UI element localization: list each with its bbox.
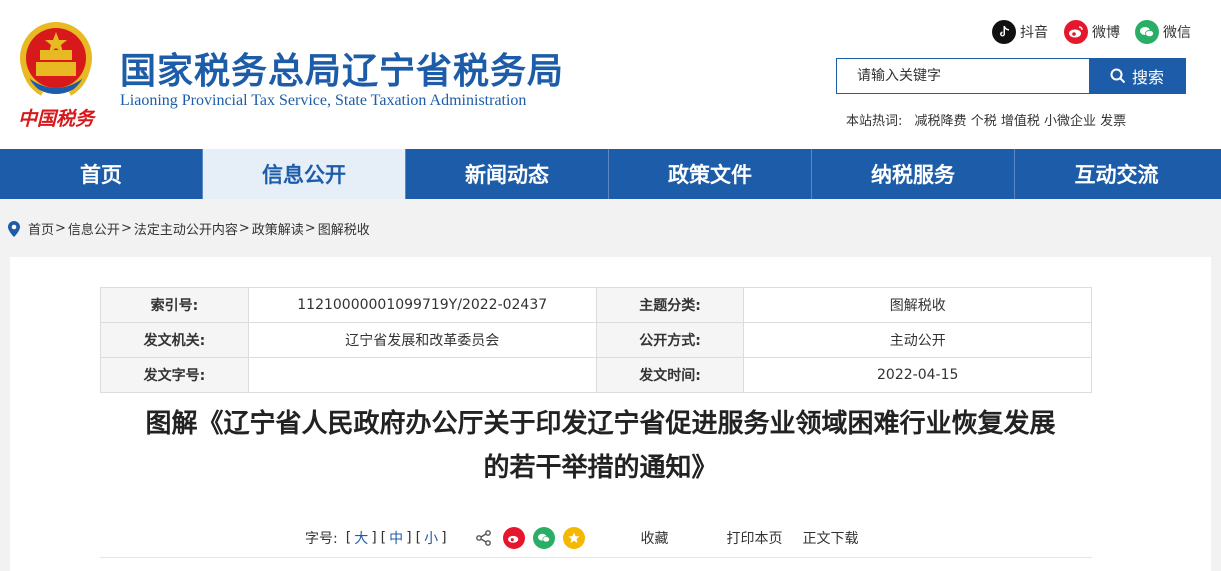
hot-keyword[interactable]: 小微企业: [1044, 114, 1096, 129]
table-row: 发文字号: 发文时间: 2022-04-15: [100, 357, 1092, 393]
location-pin-icon: [8, 220, 20, 237]
site-title[interactable]: 国家税务总局辽宁省税务局: [120, 42, 564, 94]
nav-item-info-disclosure[interactable]: 信息公开: [203, 149, 406, 199]
tax-emblem-logo[interactable]: 中国税务: [16, 18, 100, 130]
meta-label: 公开方式:: [595, 322, 745, 358]
article-content: 索引号: 11210000001099719Y/2022-02437 主题分类:…: [10, 257, 1211, 571]
search-input[interactable]: [837, 59, 1089, 93]
breadcrumb-separator: >: [238, 221, 250, 236]
document-meta-table: 索引号: 11210000001099719Y/2022-02437 主题分类:…: [100, 287, 1092, 393]
hot-keyword[interactable]: 增值税: [1001, 114, 1040, 129]
breadcrumb-item-current[interactable]: 图解税收: [318, 219, 370, 238]
print-button[interactable]: 打印本页: [727, 528, 783, 548]
font-size-large-button[interactable]: 大: [354, 528, 368, 548]
meta-value: 2022-04-15: [743, 357, 1092, 393]
hot-keyword[interactable]: 发票: [1100, 114, 1126, 129]
font-size-medium-button[interactable]: 中: [389, 528, 403, 548]
main-nav: 首页 信息公开 新闻动态 政策文件 纳税服务 互动交流: [0, 149, 1221, 199]
emblem-caption: 中国税务: [18, 108, 95, 130]
breadcrumb-separator: >: [120, 221, 132, 236]
favorite-button[interactable]: 收藏: [641, 528, 669, 548]
share-weibo-icon[interactable]: [502, 527, 525, 549]
breadcrumb-separator: >: [304, 221, 316, 236]
favorite-star-icon[interactable]: [562, 527, 585, 549]
search-icon: [1110, 68, 1126, 84]
share-wechat-icon[interactable]: [532, 527, 555, 549]
site-subtitle: Liaoning Provincial Tax Service, State T…: [120, 92, 527, 109]
weibo-link[interactable]: 微博: [1064, 20, 1120, 44]
search-button[interactable]: 搜索: [1089, 59, 1185, 93]
bracket: ]: [371, 530, 377, 546]
site-header: 中国税务 国家税务总局辽宁省税务局 Liaoning Provincial Ta…: [0, 0, 1221, 149]
font-size-label: 字号:: [305, 531, 338, 547]
breadcrumb-item-statutory[interactable]: 法定主动公开内容: [134, 219, 238, 238]
meta-value: 图解税收: [743, 287, 1092, 323]
meta-label: 发文字号:: [100, 357, 249, 393]
douyin-link[interactable]: 抖音: [992, 20, 1048, 44]
divider: [100, 557, 1092, 558]
douyin-label: 抖音: [1020, 25, 1048, 41]
article-title-line-1: 图解《辽宁省人民政府办公厅关于印发辽宁省促进服务业领域困难行业恢复发展: [145, 409, 1056, 439]
bracket: ]: [441, 530, 447, 546]
meta-value: 主动公开: [743, 322, 1092, 358]
bracket: [: [415, 530, 422, 546]
meta-label: 发文机关:: [100, 322, 249, 358]
bracket: [: [345, 530, 352, 546]
wechat-icon: [1135, 20, 1159, 44]
hot-keyword[interactable]: 减税降费: [915, 114, 967, 129]
meta-label: 发文时间:: [595, 357, 745, 393]
breadcrumb-separator: >: [55, 221, 66, 236]
nav-item-policy[interactable]: 政策文件: [609, 149, 812, 199]
table-row: 索引号: 11210000001099719Y/2022-02437 主题分类:…: [100, 287, 1092, 323]
douyin-icon: [992, 20, 1016, 44]
breadcrumb: 首页 > 信息公开 > 法定主动公开内容 > 政策解读 > 图解税收: [8, 219, 370, 238]
wechat-link[interactable]: 微信: [1135, 20, 1191, 44]
meta-value: [247, 357, 597, 393]
meta-value: 11210000001099719Y/2022-02437: [247, 287, 597, 323]
download-button[interactable]: 正文下载: [803, 528, 859, 548]
font-size-small-button[interactable]: 小: [424, 528, 438, 548]
breadcrumb-bar: 首页 > 信息公开 > 法定主动公开内容 > 政策解读 > 图解税收: [0, 199, 1221, 257]
breadcrumb-item-policy-interpretation[interactable]: 政策解读: [252, 219, 304, 238]
breadcrumb-item-home[interactable]: 首页: [28, 219, 54, 238]
hot-keyword[interactable]: 个税: [971, 114, 997, 129]
nav-item-interaction[interactable]: 互动交流: [1015, 149, 1218, 199]
nav-item-tax-service[interactable]: 纳税服务: [812, 149, 1015, 199]
hot-keywords: 本站热词: 减税降费 个税 增值税 小微企业 发票: [846, 110, 1126, 129]
hot-keywords-label: 本站热词:: [846, 114, 903, 129]
meta-value: 辽宁省发展和改革委员会: [247, 322, 597, 358]
breadcrumb-item-info[interactable]: 信息公开: [68, 219, 120, 238]
search-box: 搜索: [836, 58, 1186, 94]
article-title: 图解《辽宁省人民政府办公厅关于印发辽宁省促进服务业领域困难行业恢复发展 的若干举…: [10, 402, 1191, 490]
nav-item-home[interactable]: 首页: [0, 149, 203, 199]
weibo-label: 微博: [1092, 25, 1120, 41]
article-toolbar: 字号: [ 大 ] [ 中 ] [ 小 ] 收藏 打印本页 正文下载: [305, 527, 859, 549]
wechat-label: 微信: [1163, 25, 1191, 41]
share-icon[interactable]: [473, 527, 495, 549]
weibo-icon: [1064, 20, 1088, 44]
table-row: 发文机关: 辽宁省发展和改革委员会 公开方式: 主动公开: [100, 322, 1092, 358]
bracket: [: [380, 530, 387, 546]
article-title-line-2: 的若干举措的通知》: [483, 453, 718, 483]
bracket: ]: [406, 530, 412, 546]
search-button-label: 搜索: [1131, 68, 1164, 87]
meta-label: 索引号:: [100, 287, 249, 323]
meta-label: 主题分类:: [595, 287, 745, 323]
share-icons: [473, 527, 593, 549]
nav-item-news[interactable]: 新闻动态: [406, 149, 609, 199]
